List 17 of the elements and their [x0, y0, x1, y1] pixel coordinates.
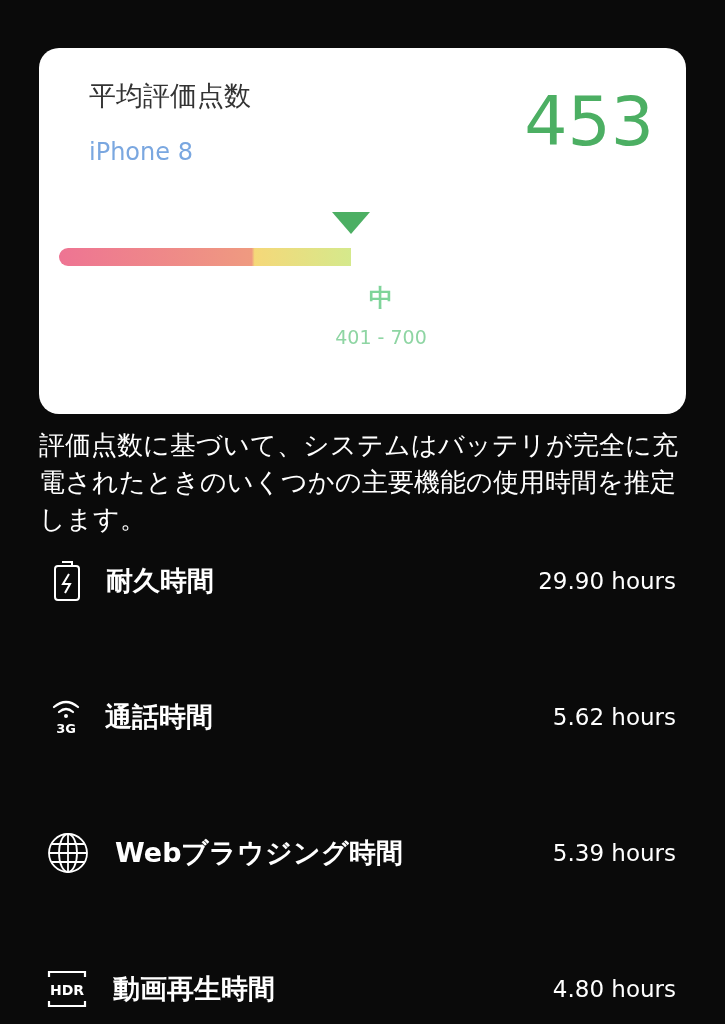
- grade-label: 中: [369, 283, 393, 314]
- device-name: iPhone 8: [89, 138, 194, 166]
- description: 評価点数に基づいて、システムはバッテリが完全に充電されたときのいくつかの主要機能の使用時間を推定します。: [39, 429, 679, 536]
- metric-label: 通話時間: [104, 700, 214, 734]
- globe-icon: [47, 832, 89, 874]
- pointer-icon: [332, 212, 370, 234]
- score-range: 401 - 700: [335, 326, 427, 348]
- metric-value: 5.62 hours: [552, 704, 676, 730]
- metric-label: 動画再生時間: [112, 972, 276, 1006]
- metric-value: 29.90 hours: [538, 568, 676, 594]
- metric-label: Webブラウジング時間: [114, 836, 405, 870]
- metric-label: 耐久時間: [105, 564, 215, 598]
- score-value: 453: [524, 88, 654, 163]
- card-title: 平均評価点数: [89, 79, 251, 113]
- metric-value: 4.80 hours: [552, 976, 676, 1002]
- battery-icon: [52, 560, 82, 602]
- metric-value: 5.39 hours: [552, 840, 676, 866]
